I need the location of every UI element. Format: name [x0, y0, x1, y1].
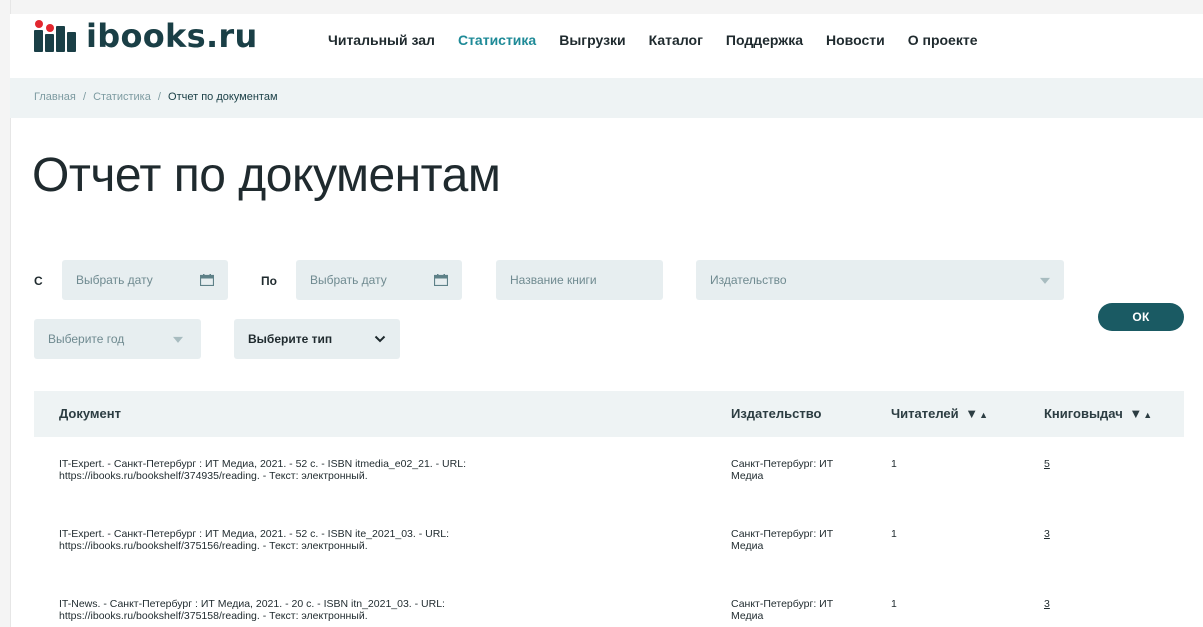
date-to-field[interactable]: Выбрать дату	[296, 260, 462, 300]
table-header: Документ Издательство Читателей ▼▲ Книго…	[34, 391, 1184, 437]
readers-sort: ▼▲	[965, 406, 988, 421]
date-to-placeholder: Выбрать дату	[310, 273, 387, 287]
breadcrumb-statistics[interactable]: Статистика	[93, 91, 151, 103]
sort-asc-icon[interactable]: ▲	[979, 410, 988, 420]
sort-desc-icon[interactable]: ▼	[1129, 406, 1142, 421]
calendar-icon[interactable]	[434, 274, 448, 286]
window-top-edge	[0, 0, 1203, 14]
caret-down-icon	[173, 336, 183, 343]
date-from-placeholder: Выбрать дату	[76, 273, 153, 287]
column-header-readers-label: Читателей	[891, 406, 959, 421]
publisher-text: Санкт-Петербург: ИТ	[731, 598, 834, 610]
nav-item-support[interactable]: Поддержка	[726, 32, 803, 48]
nav-item-exports[interactable]: Выгрузки	[559, 32, 625, 48]
publisher-cell: Санкт-Петербург: ИТ Медиа	[731, 528, 861, 552]
publisher-text: Медиа	[731, 470, 764, 482]
breadcrumb-separator: /	[157, 91, 161, 103]
publisher-text: Санкт-Петербург: ИТ	[731, 458, 834, 470]
publisher-select[interactable]: Издательство	[696, 260, 1064, 300]
publisher-text: Медиа	[731, 540, 764, 552]
document-text: IT-Expert. - Санкт-Петербург : ИТ Медиа,…	[59, 458, 466, 470]
loans-sort: ▼▲	[1129, 406, 1152, 421]
main-nav: Читальный зал Статистика Выгрузки Катало…	[328, 32, 977, 48]
logo-text: ibooks.ru	[86, 17, 258, 55]
breadcrumb: Главная / Статистика / Отчет по документ…	[34, 91, 278, 103]
loans-link[interactable]: 5	[1044, 458, 1050, 470]
sort-asc-icon[interactable]: ▲	[1143, 410, 1152, 420]
breadcrumb-bar: Главная / Статистика / Отчет по документ…	[10, 78, 1203, 118]
site-header: ibooks.ru Читальный зал Статистика Выгру…	[10, 14, 1203, 78]
logo-mark-icon	[34, 20, 76, 52]
publisher-text: Санкт-Петербург: ИТ	[731, 528, 834, 540]
document-cell: IT-Expert. - Санкт-Петербург : ИТ Медиа,…	[59, 528, 699, 552]
year-select[interactable]: Выберите год	[34, 319, 201, 359]
sort-desc-icon[interactable]: ▼	[965, 406, 978, 421]
date-from-field[interactable]: Выбрать дату	[62, 260, 228, 300]
column-header-loans: Книговыдач ▼▲	[1044, 406, 1152, 421]
page: ibooks.ru Читальный зал Статистика Выгру…	[0, 0, 1203, 627]
ok-button[interactable]: ОК	[1098, 303, 1184, 331]
site-logo[interactable]: ibooks.ru	[34, 20, 258, 52]
document-cell: IT-Expert. - Санкт-Петербург : ИТ Медиа,…	[59, 458, 699, 482]
nav-item-catalog[interactable]: Каталог	[649, 32, 703, 48]
readers-cell: 1	[891, 458, 897, 470]
nav-item-reading-room[interactable]: Читальный зал	[328, 32, 435, 48]
page-title: Отчет по документам	[32, 149, 501, 202]
table-row: IT-Expert. - Санкт-Петербург : ИТ Медиа,…	[34, 437, 1184, 508]
column-header-loans-label: Книговыдач	[1044, 406, 1123, 421]
table-row: IT-Expert. - Санкт-Петербург : ИТ Медиа,…	[34, 507, 1184, 578]
publisher-cell: Санкт-Петербург: ИТ Медиа	[731, 598, 861, 622]
table-row: IT-News. - Санкт-Петербург : ИТ Медиа, 2…	[34, 577, 1184, 627]
loans-link[interactable]: 3	[1044, 598, 1050, 610]
calendar-icon[interactable]	[200, 274, 214, 286]
nav-item-news[interactable]: Новости	[826, 32, 885, 48]
readers-cell: 1	[891, 528, 897, 540]
document-cell: IT-News. - Санкт-Петербург : ИТ Медиа, 2…	[59, 598, 699, 622]
column-header-publisher: Издательство	[731, 406, 822, 421]
publisher-placeholder: Издательство	[710, 273, 787, 287]
breadcrumb-separator: /	[82, 91, 86, 103]
caret-down-icon	[1040, 277, 1050, 284]
readers-cell: 1	[891, 598, 897, 610]
type-select[interactable]: Выберите тип	[234, 319, 400, 359]
column-header-readers: Читателей ▼▲	[891, 406, 988, 421]
loans-link[interactable]: 3	[1044, 528, 1050, 540]
date-from-label: С	[34, 274, 43, 288]
type-select-value: Выберите тип	[248, 332, 333, 346]
nav-item-about[interactable]: О проекте	[908, 32, 978, 48]
publisher-text: Медиа	[731, 610, 764, 622]
column-header-document: Документ	[59, 406, 121, 421]
publisher-cell: Санкт-Петербург: ИТ Медиа	[731, 458, 861, 482]
breadcrumb-home[interactable]: Главная	[34, 91, 76, 103]
chevron-down-icon	[374, 335, 386, 343]
document-text: IT-News. - Санкт-Петербург : ИТ Медиа, 2…	[59, 598, 445, 610]
document-text: https://ibooks.ru/bookshelf/374935/readi…	[59, 470, 368, 482]
breadcrumb-current: Отчет по документам	[168, 91, 278, 103]
document-text: https://ibooks.ru/bookshelf/375156/readi…	[59, 540, 368, 552]
document-text: https://ibooks.ru/bookshelf/375158/readi…	[59, 610, 368, 622]
book-title-input[interactable]: Название книги	[496, 260, 663, 300]
nav-item-statistics[interactable]: Статистика	[458, 32, 536, 48]
book-title-placeholder: Название книги	[510, 273, 597, 287]
year-placeholder: Выберите год	[48, 332, 125, 346]
document-text: IT-Expert. - Санкт-Петербург : ИТ Медиа,…	[59, 528, 450, 540]
date-to-label: По	[261, 274, 277, 288]
